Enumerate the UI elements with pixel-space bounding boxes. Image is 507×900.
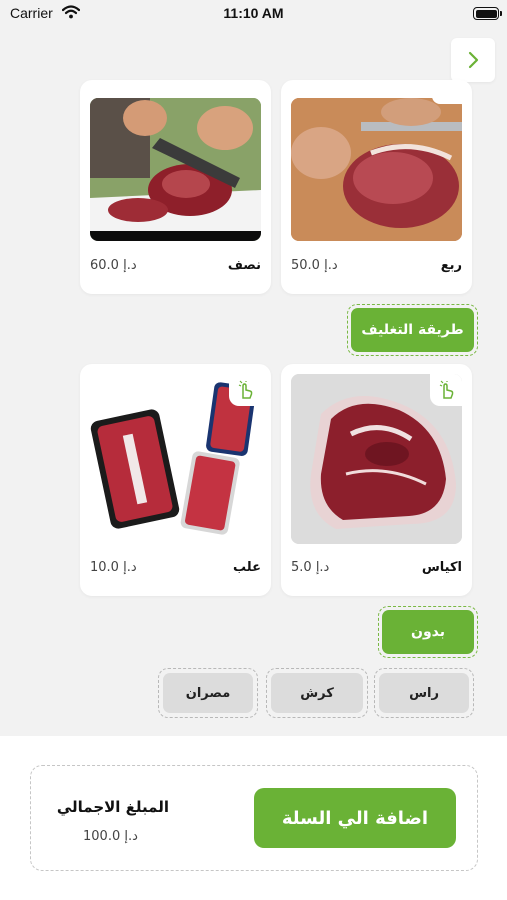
option-price: 10.0 د.إ	[90, 560, 137, 575]
clock: 11:10 AM	[223, 5, 284, 21]
total-summary-box: المبلغ الاجمالي 100.0 د.إ اضافة الي السل…	[30, 765, 478, 871]
extra-chip-head[interactable]: راس	[374, 668, 474, 718]
checkout-footer: المبلغ الاجمالي 100.0 د.إ اضافة الي السل…	[0, 736, 507, 900]
packaging-option-card[interactable]: اكياس 5.0 د.إ	[281, 364, 472, 596]
packaging-option-card[interactable]: علب 10.0 د.إ	[80, 364, 271, 596]
option-price: 5.0 د.إ	[291, 560, 330, 575]
extra-chip-intestines[interactable]: مصران	[158, 668, 258, 718]
packaging-method-label: طريقة التغليف	[351, 308, 474, 352]
battery-icon	[473, 7, 502, 20]
extras-section-label: بدون	[382, 610, 474, 654]
back-button[interactable]	[451, 38, 495, 82]
status-bar: Carrier 11:10 AM	[0, 0, 507, 30]
packaging-method-button[interactable]: طريقة التغليف	[347, 304, 478, 356]
option-price: 60.0 د.إ	[90, 258, 137, 273]
hand-pointer-icon	[229, 374, 261, 406]
chip-label: مصران	[163, 673, 253, 713]
option-price: 50.0 د.إ	[291, 258, 338, 273]
chip-label: راس	[379, 673, 469, 713]
cut-option-card[interactable]: نصف 60.0 د.إ	[80, 80, 271, 294]
hand-pointer-icon	[430, 374, 462, 406]
hand-pointer-icon	[432, 92, 462, 104]
total-value: 100.0 د.إ	[83, 829, 138, 844]
chip-label: كرش	[271, 673, 363, 713]
cut-option-card[interactable]: ربع 50.0 د.إ	[281, 80, 472, 294]
meat-photo	[90, 98, 261, 241]
total-label: المبلغ الاجمالي	[56, 798, 169, 816]
option-name: علب	[233, 560, 261, 575]
option-name: ربع	[440, 258, 462, 273]
add-to-cart-button[interactable]: اضافة الي السلة	[254, 788, 456, 848]
chevron-right-icon	[468, 51, 479, 69]
extras-section-button[interactable]: بدون	[378, 606, 478, 658]
option-name: اكياس	[421, 560, 462, 575]
option-name: نصف	[227, 258, 261, 273]
meat-photo	[291, 98, 462, 241]
extra-chip-tripe[interactable]: كرش	[266, 668, 368, 718]
